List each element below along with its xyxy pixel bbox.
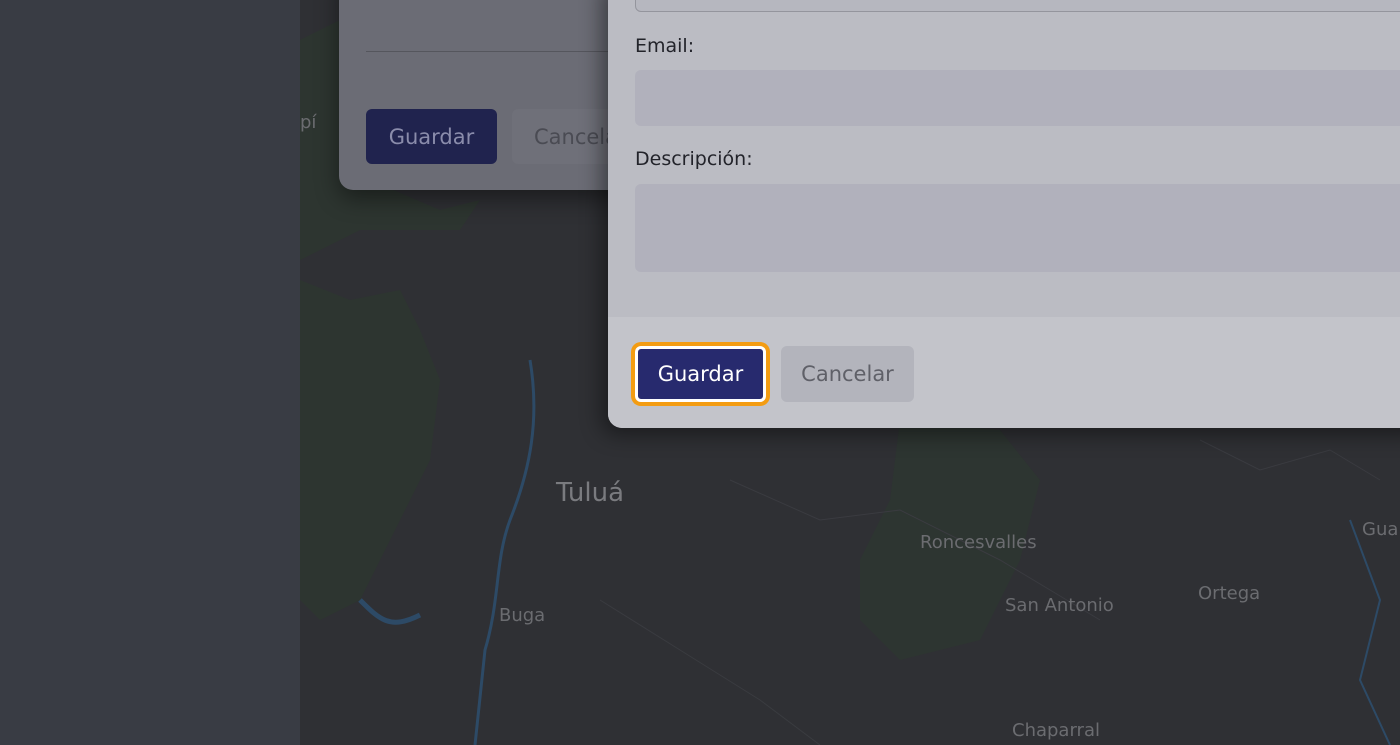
sidebar [0, 0, 300, 745]
map-label: Ortega [1198, 583, 1261, 604]
email-label: Email: [635, 35, 695, 57]
email-field[interactable] [635, 70, 1400, 126]
save-button[interactable]: Guardar [635, 346, 766, 402]
divider [366, 51, 646, 52]
description-label: Descripción: [635, 148, 753, 170]
form-dialog: Email: Descripción: Guardar Cancelar [608, 0, 1400, 428]
previous-field-input[interactable] [635, 0, 1400, 12]
map-label: Chaparral [1012, 720, 1100, 741]
cancel-button[interactable]: Cancelar [781, 346, 914, 402]
background-save-button[interactable]: Guardar [366, 109, 497, 164]
app-root: pí Tuluá Roncesvalles San Antonio Ortega… [0, 0, 1400, 745]
map-label: Roncesvalles [920, 532, 1037, 553]
map-label: Gua [1362, 519, 1399, 540]
map-label: Tuluá [556, 478, 625, 508]
description-field[interactable] [635, 184, 1400, 272]
map-label: Buga [499, 605, 546, 626]
map-label: pí [300, 112, 317, 133]
map-label: San Antonio [1005, 595, 1114, 616]
